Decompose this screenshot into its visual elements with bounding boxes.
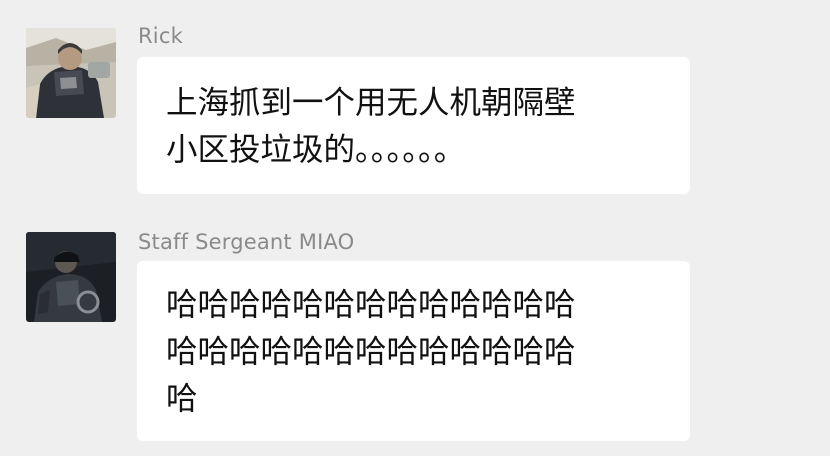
sender-name: Rick (138, 24, 183, 48)
sender-name: Staff Sergeant MIAO (138, 230, 355, 254)
avatar[interactable] (26, 28, 116, 118)
message-text-line: 上海抓到一个用无人机朝隔壁 (166, 85, 576, 121)
user-avatar-photo-icon (26, 28, 116, 118)
chat-message: Staff Sergeant MIAO 哈哈哈哈哈哈哈哈哈哈哈哈哈 哈哈哈哈哈哈… (0, 210, 830, 456)
message-bubble[interactable]: 上海抓到一个用无人机朝隔壁 小区投垃圾的。。。。。。 (137, 57, 690, 194)
message-bubble[interactable]: 哈哈哈哈哈哈哈哈哈哈哈哈哈 哈哈哈哈哈哈哈哈哈哈哈哈哈 哈 (137, 261, 690, 441)
message-text-line: 哈哈哈哈哈哈哈哈哈哈哈哈哈 (166, 287, 576, 323)
chat-message: Rick 上海抓到一个用无人机朝隔壁 小区投垃圾的。。。。。。 (0, 0, 830, 205)
user-avatar-photo-icon (26, 232, 116, 322)
chat-conversation: Rick 上海抓到一个用无人机朝隔壁 小区投垃圾的。。。。。。 Staff Se… (0, 0, 830, 456)
message-text-line: 哈 (166, 381, 198, 417)
message-text-line: 小区投垃圾的。。。。。。 (166, 132, 466, 168)
message-text-line: 哈哈哈哈哈哈哈哈哈哈哈哈哈 (166, 334, 576, 370)
avatar[interactable] (26, 232, 116, 322)
